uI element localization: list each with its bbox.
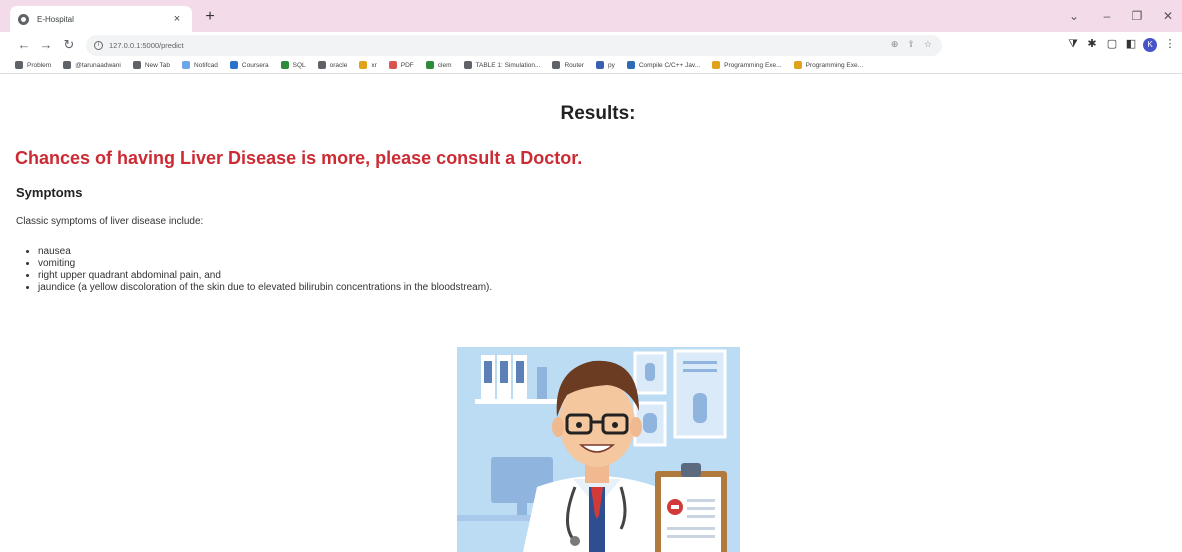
bookmark-label: Problem <box>27 61 52 69</box>
list-item: jaundice (a yellow discoloration of the … <box>38 282 492 294</box>
bookmark-favicon-icon <box>793 61 802 69</box>
bookmark-label: Compile C/C++ Jav... <box>638 61 701 69</box>
bookmark-item[interactable]: SQL <box>280 61 306 69</box>
bookmark-item[interactable]: TABLE 1: Simulation... <box>463 61 541 69</box>
bookmark-label: SQL <box>292 61 306 69</box>
bookmark-favicon-icon <box>388 61 397 69</box>
sidebar-icon[interactable]: ◧ <box>1124 37 1138 51</box>
page-title: Results: <box>560 103 636 124</box>
bookmark-item[interactable]: xr <box>359 61 377 69</box>
reading-list-icon[interactable]: ▢ <box>1105 37 1119 51</box>
bookmark-item[interactable]: Compile C/C++ Jav... <box>626 61 701 69</box>
bookmark-label: TABLE 1: Simulation... <box>475 61 541 69</box>
bookmark-item[interactable]: New Tab <box>132 61 171 69</box>
bookmark-label: Coursera <box>241 61 269 69</box>
bookmark-item[interactable]: py <box>595 61 615 69</box>
bookmark-favicon-icon <box>595 61 604 69</box>
bookmark-item[interactable]: @tarunaadwani <box>63 61 121 69</box>
reload-icon[interactable]: ↻ <box>61 37 77 53</box>
minimize-button[interactable]: – <box>1095 6 1119 26</box>
more-menu-icon[interactable]: ⋮ <box>1163 37 1177 51</box>
symptoms-intro: Classic symptoms of liver disease includ… <box>16 216 204 227</box>
bookmark-item[interactable]: Notifcad <box>182 61 218 69</box>
profile-avatar[interactable]: K <box>1143 38 1157 52</box>
bookmark-item[interactable]: Programming Exe... <box>712 61 782 69</box>
list-item: nausea <box>38 246 492 258</box>
bookmarks-bar: Problem @tarunaadwani New Tab Notifcad Cours… <box>0 58 1182 72</box>
bookmark-favicon-icon <box>317 61 326 69</box>
bookmark-favicon-icon <box>182 61 191 69</box>
bookmark-label: PDF <box>400 61 414 69</box>
bookmark-favicon-icon <box>132 61 141 69</box>
bookmark-star-icon[interactable]: ☆ <box>924 39 932 50</box>
bookmark-item[interactable]: Router <box>552 61 584 69</box>
bookmark-label: xr <box>371 61 377 69</box>
tab-title: E-Hospital <box>37 14 74 24</box>
bookmark-item[interactable]: Coursera <box>229 61 269 69</box>
share-icon[interactable]: ⇪ <box>907 39 915 50</box>
bookmark-favicon-icon <box>712 61 721 69</box>
bookmark-favicon-icon <box>425 61 434 69</box>
symptoms-list: nausea vomiting right upper quadrant abd… <box>38 246 492 294</box>
bookmark-label: Router <box>564 61 584 69</box>
bookmark-favicon-icon <box>229 61 238 69</box>
url-text[interactable]: 127.0.0.1:5000/predict <box>109 41 184 50</box>
diagnosis-alert: Chances of having Liver Disease is more,… <box>15 148 583 168</box>
close-window-button[interactable]: ✕ <box>1156 6 1180 26</box>
bookmark-label: oracle <box>329 61 348 69</box>
bookmark-favicon-icon <box>63 61 72 69</box>
bookmark-label: New Tab <box>144 61 171 69</box>
bookmark-favicon-icon <box>626 61 635 69</box>
bookmark-item[interactable]: PDF <box>388 61 414 69</box>
tab-close-button[interactable]: × <box>170 13 184 25</box>
maximize-button[interactable]: ❐ <box>1125 6 1149 26</box>
tab-search-icon[interactable]: ⌄ <box>1062 6 1086 26</box>
bookmark-favicon-icon <box>552 61 561 69</box>
bookmark-favicon-icon <box>280 61 289 69</box>
address-bar-actions: ⊕ ⇪ ☆ <box>891 39 932 50</box>
bookmark-label: Programming Exe... <box>805 61 863 69</box>
bookmark-favicon-icon <box>463 61 472 69</box>
active-tab[interactable]: E-Hospital × <box>10 6 192 32</box>
doctor-illustration <box>457 347 740 552</box>
chrome-divider <box>0 73 1182 74</box>
forward-arrow-icon[interactable]: → <box>38 37 54 53</box>
tab-strip: E-Hospital × + ⌄ – ❐ ✕ <box>0 0 1182 32</box>
address-bar[interactable]: i 127.0.0.1:5000/predict ⊕ ⇪ ☆ <box>86 35 942 56</box>
list-item: vomiting <box>38 258 492 270</box>
bookmark-label: py <box>607 61 615 69</box>
back-arrow-icon[interactable]: ← <box>16 37 32 53</box>
doctor-illustration-svg <box>457 347 740 552</box>
bookmark-label: clem <box>437 61 452 69</box>
bookmark-item[interactable]: clem <box>425 61 452 69</box>
bookmark-item[interactable]: oracle <box>317 61 348 69</box>
info-icon[interactable]: i <box>94 41 103 50</box>
puzzle-icon[interactable]: ✱ <box>1085 37 1099 51</box>
extension-icon[interactable]: ⧩ <box>1066 37 1080 51</box>
bookmark-item[interactable]: Problem <box>15 61 51 69</box>
bookmark-favicon-icon <box>15 61 23 69</box>
zoom-icon[interactable]: ⊕ <box>891 39 899 50</box>
browser-toolbar: ← → ↻ i 127.0.0.1:5000/predict ⊕ ⇪ ☆ ⧩ ✱… <box>0 32 1182 58</box>
bookmark-item[interactable]: Programming Exe... <box>793 61 863 69</box>
bookmark-favicon-icon <box>359 61 368 69</box>
globe-icon <box>18 13 29 25</box>
list-item: right upper quadrant abdominal pain, and <box>38 270 492 282</box>
bookmark-label: Programming Exe... <box>724 61 782 69</box>
bookmark-label: Notifcad <box>194 61 218 69</box>
bookmark-label: @tarunaadwani <box>75 61 121 69</box>
new-tab-button[interactable]: + <box>201 8 219 26</box>
symptoms-heading: Symptoms <box>16 185 83 200</box>
